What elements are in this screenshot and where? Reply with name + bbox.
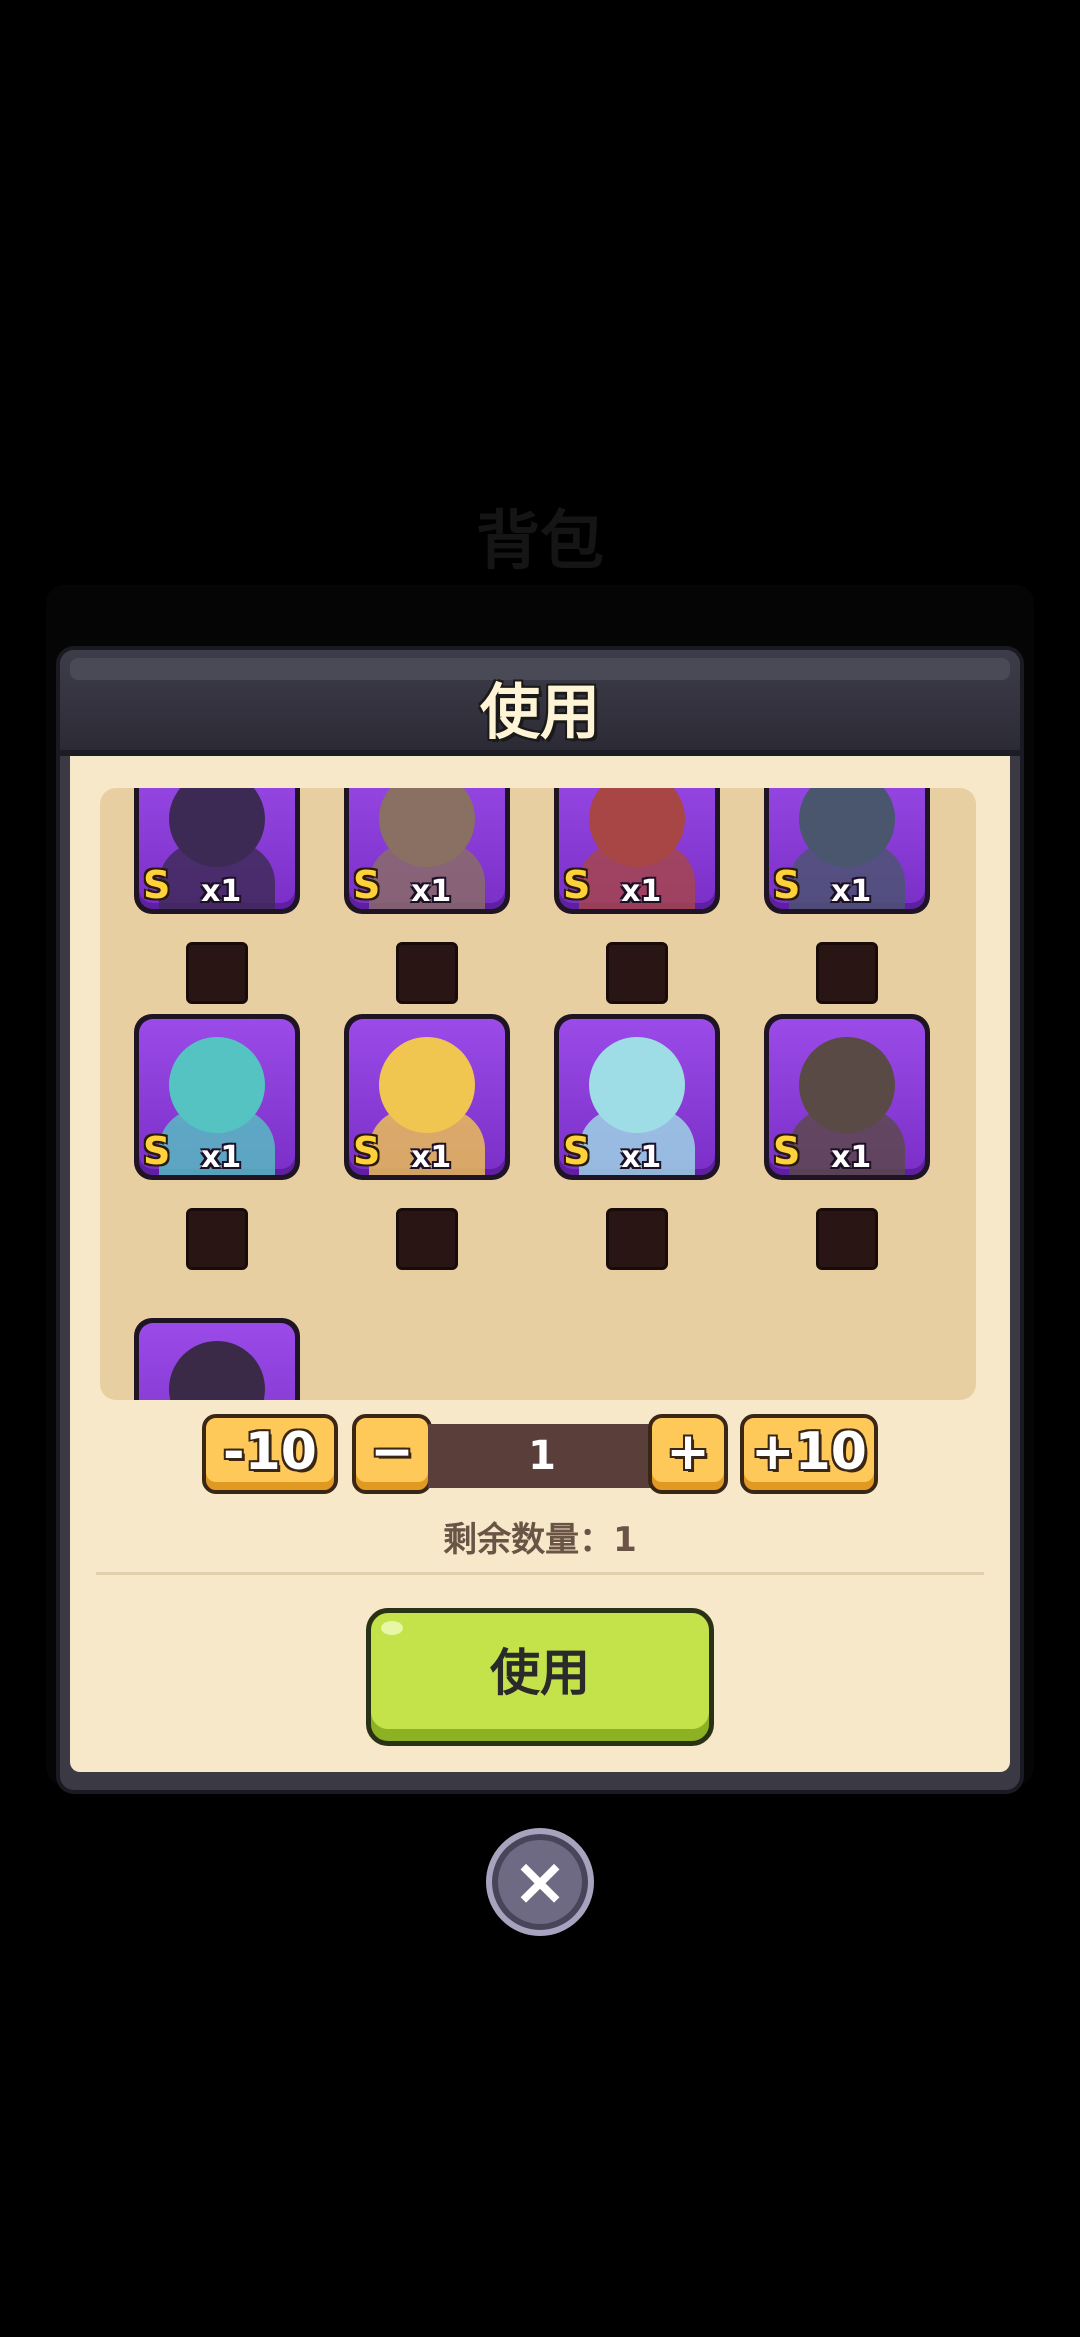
item-card-frame — [139, 1323, 295, 1400]
item-card-frame: Sx1 — [769, 788, 925, 909]
rank-badge: S — [143, 1129, 171, 1173]
item-select-checkbox[interactable] — [186, 942, 248, 1004]
use-button-label: 使用 — [490, 1644, 590, 1702]
item-card-ice-warrior[interactable]: Sx1 — [554, 1014, 720, 1180]
item-card-red-beast[interactable]: Sx1 — [554, 788, 720, 914]
item-count: x1 — [411, 1140, 452, 1175]
item-count: x1 — [621, 874, 662, 909]
background-title: 背包 — [476, 505, 604, 579]
plus-ten-button[interactable]: +10 — [740, 1414, 878, 1494]
item-card-frame: Sx1 — [139, 1019, 295, 1175]
item-select-checkbox[interactable] — [606, 942, 668, 1004]
close-icon: × — [512, 1843, 568, 1920]
item-select-checkbox[interactable] — [606, 1208, 668, 1270]
item-card-shadow-flower[interactable]: Sx1 — [134, 788, 300, 914]
minus-ten-button[interactable]: -10 — [202, 1414, 338, 1494]
item-card-hooded-ghost[interactable]: Sx1 — [134, 1014, 300, 1180]
modal-title: 使用 — [480, 678, 600, 748]
item-count: x1 — [831, 1140, 872, 1175]
item-card-frame: Sx1 — [139, 788, 295, 909]
item-card-pharaoh[interactable]: Sx1 — [344, 1014, 510, 1180]
rank-badge: S — [353, 863, 381, 907]
item-card-frame: Sx1 — [349, 788, 505, 909]
minus-button[interactable]: − — [352, 1414, 432, 1494]
item-count: x1 — [621, 1140, 662, 1175]
quantity-value: 1 — [428, 1424, 656, 1488]
rank-badge: S — [563, 863, 591, 907]
close-button[interactable]: × — [486, 1828, 594, 1936]
item-select-checkbox[interactable] — [816, 1208, 878, 1270]
item-card-knight[interactable]: Sx1 — [344, 788, 510, 914]
item-count: x1 — [831, 874, 872, 909]
item-grid[interactable]: Sx1 Sx1 Sx1 Sx1 Sx1 Sx1 Sx1 Sx1 — [100, 788, 976, 1400]
item-card-frame: Sx1 — [769, 1019, 925, 1175]
item-select-checkbox[interactable] — [816, 942, 878, 1004]
item-select-checkbox[interactable] — [396, 1208, 458, 1270]
item-select-checkbox[interactable] — [396, 942, 458, 1004]
rank-badge: S — [773, 1129, 801, 1173]
item-card-dark-hero[interactable] — [134, 1318, 300, 1400]
item-card-frame: Sx1 — [559, 1019, 715, 1175]
item-card-frame: Sx1 — [349, 1019, 505, 1175]
rank-badge: S — [143, 863, 171, 907]
button-shine — [381, 1621, 403, 1635]
item-count: x1 — [201, 874, 242, 909]
dark-hero-portrait-icon — [169, 1341, 265, 1400]
item-count: x1 — [411, 874, 452, 909]
plus-button[interactable]: + — [648, 1414, 728, 1494]
divider — [96, 1572, 984, 1575]
rank-badge: S — [773, 863, 801, 907]
item-card-robot[interactable]: Sx1 — [764, 788, 930, 914]
use-button[interactable]: 使用 — [366, 1608, 714, 1746]
item-card-frame: Sx1 — [559, 788, 715, 909]
rank-badge: S — [563, 1129, 591, 1173]
modal-header: 使用 — [60, 650, 1020, 756]
item-card-stone-golem[interactable]: Sx1 — [764, 1014, 930, 1180]
item-count: x1 — [201, 1140, 242, 1175]
remaining-quantity: 剩余数量：1 — [443, 1520, 637, 1560]
rank-badge: S — [353, 1129, 381, 1173]
item-select-checkbox[interactable] — [186, 1208, 248, 1270]
